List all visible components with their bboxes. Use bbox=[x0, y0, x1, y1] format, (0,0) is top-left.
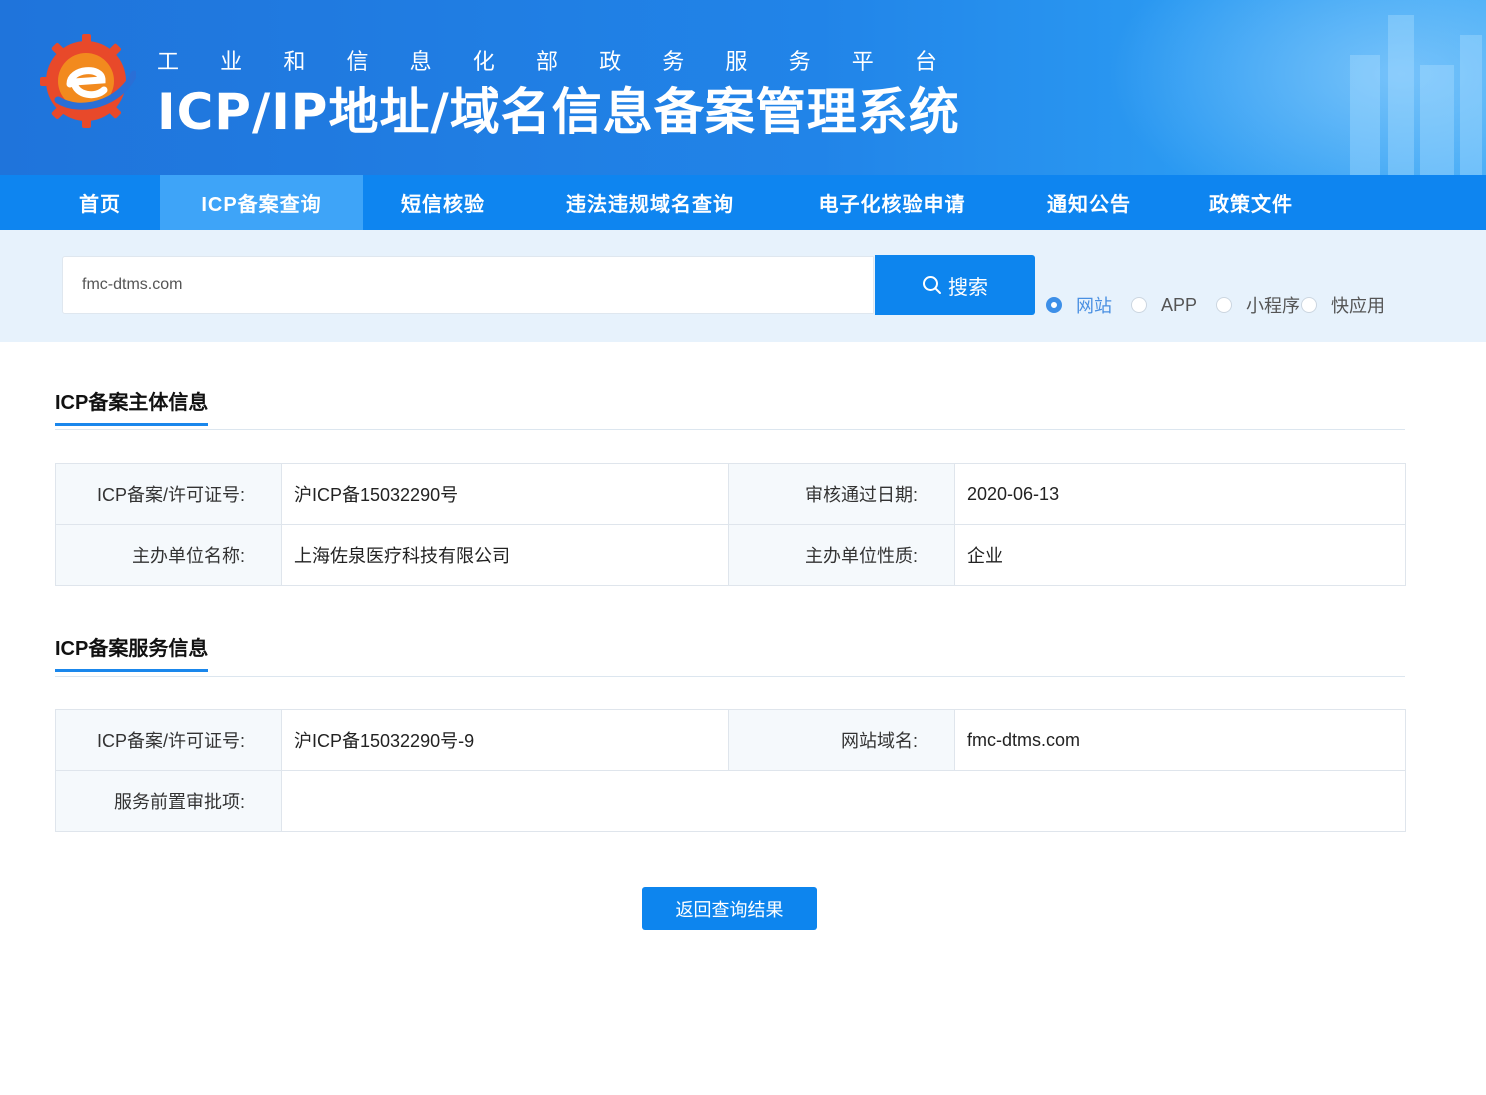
service-license-label: ICP备案/许可证号: bbox=[55, 709, 282, 771]
search-type-group: 网站 APP 小程序 快应用 bbox=[1046, 292, 1385, 318]
main-nav: 首页 ICP备案查询 短信核验 违法违规域名查询 电子化核验申请 通知公告 政策… bbox=[0, 175, 1486, 230]
license-label: ICP备案/许可证号: bbox=[55, 463, 282, 525]
nav-notices[interactable]: 通知公告 bbox=[1007, 175, 1171, 230]
nav-illegal-domain-query[interactable]: 违法违规域名查询 bbox=[523, 175, 777, 230]
subject-info-table: ICP备案/许可证号: 沪ICP备15032290号 审核通过日期: 2020-… bbox=[55, 463, 1406, 586]
domain-value: fmc-dtms.com bbox=[954, 709, 1406, 771]
radio-unchecked-icon bbox=[1216, 297, 1232, 313]
org-nature-label: 主办单位性质: bbox=[728, 524, 955, 586]
back-to-results-button[interactable]: 返回查询结果 bbox=[642, 887, 817, 930]
nav-sms-verify[interactable]: 短信核验 bbox=[363, 175, 523, 230]
nav-home[interactable]: 首页 bbox=[60, 175, 140, 230]
search-bar: 搜索 网站 APP 小程序 快应用 bbox=[0, 230, 1486, 342]
section-divider bbox=[55, 676, 1405, 677]
search-button-label: 搜索 bbox=[948, 276, 988, 299]
decorative-building bbox=[1460, 35, 1482, 175]
search-button[interactable]: 搜索 bbox=[875, 255, 1035, 315]
pre-approval-value bbox=[281, 770, 1406, 832]
radio-label: 网站 bbox=[1076, 296, 1112, 316]
approval-date-label: 审核通过日期: bbox=[728, 463, 955, 525]
radio-unchecked-icon bbox=[1301, 297, 1317, 313]
radio-unchecked-icon bbox=[1131, 297, 1147, 313]
radio-label: APP bbox=[1161, 294, 1198, 315]
pre-approval-label: 服务前置审批项: bbox=[55, 770, 282, 832]
search-icon bbox=[923, 276, 941, 294]
decorative-building bbox=[1388, 15, 1414, 175]
table-row: 服务前置审批项: bbox=[55, 770, 1406, 832]
radio-mini-program[interactable]: 小程序 bbox=[1216, 292, 1301, 318]
header-banner: 工 业 和 信 息 化 部 政 务 服 务 平 台 ICP/IP地址/域名信息备… bbox=[0, 0, 1486, 175]
nav-electronic-verify[interactable]: 电子化核验申请 bbox=[777, 175, 1007, 230]
radio-quick-app[interactable]: 快应用 bbox=[1301, 292, 1385, 318]
org-name-label: 主办单位名称: bbox=[55, 524, 282, 586]
search-input[interactable] bbox=[62, 256, 874, 314]
nav-policy-docs[interactable]: 政策文件 bbox=[1171, 175, 1331, 230]
domain-label: 网站域名: bbox=[728, 709, 955, 771]
license-value: 沪ICP备15032290号 bbox=[281, 463, 729, 525]
subject-section-title: ICP备案主体信息 bbox=[55, 386, 209, 426]
radio-label: 快应用 bbox=[1331, 296, 1385, 316]
decorative-building bbox=[1350, 55, 1380, 175]
service-section-title: ICP备案服务信息 bbox=[55, 632, 209, 672]
org-nature-value: 企业 bbox=[954, 524, 1406, 586]
radio-label: 小程序 bbox=[1246, 296, 1300, 316]
org-name-value: 上海佐泉医疗科技有限公司 bbox=[281, 524, 729, 586]
radio-app[interactable]: APP bbox=[1131, 295, 1216, 316]
section-divider bbox=[55, 429, 1405, 430]
decorative-building bbox=[1420, 65, 1454, 175]
table-row: ICP备案/许可证号: 沪ICP备15032290号-9 网站域名: fmc-d… bbox=[55, 709, 1406, 771]
miit-logo-icon bbox=[40, 34, 136, 128]
approval-date-value: 2020-06-13 bbox=[954, 463, 1406, 525]
service-license-value: 沪ICP备15032290号-9 bbox=[281, 709, 729, 771]
table-row: ICP备案/许可证号: 沪ICP备15032290号 审核通过日期: 2020-… bbox=[55, 463, 1406, 525]
nav-icp-query[interactable]: ICP备案查询 bbox=[160, 175, 363, 230]
service-info-table: ICP备案/许可证号: 沪ICP备15032290号-9 网站域名: fmc-d… bbox=[55, 709, 1406, 832]
radio-website[interactable]: 网站 bbox=[1046, 292, 1131, 318]
system-title: ICP/IP地址/域名信息备案管理系统 bbox=[157, 83, 960, 141]
table-row: 主办单位名称: 上海佐泉医疗科技有限公司 主办单位性质: 企业 bbox=[55, 524, 1406, 586]
radio-checked-icon bbox=[1046, 297, 1062, 313]
